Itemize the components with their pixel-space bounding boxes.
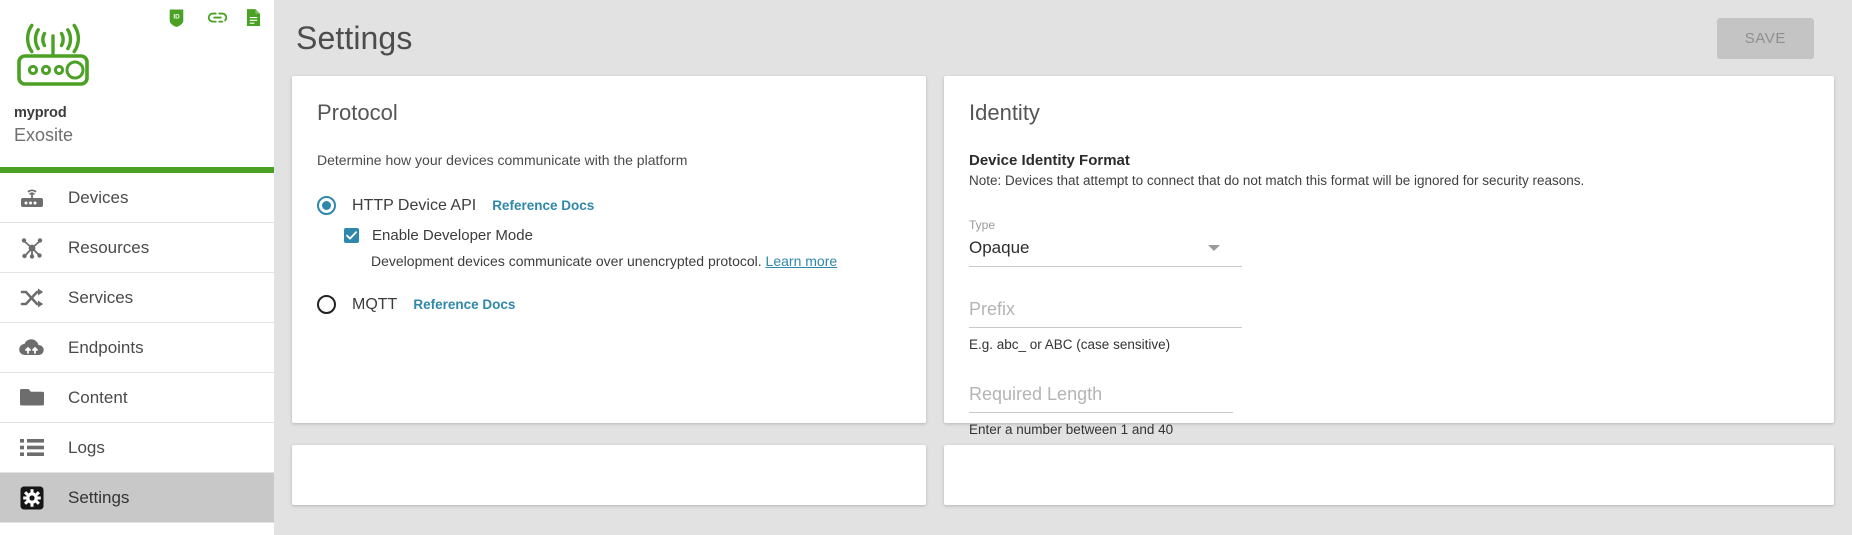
developer-mode-label: Enable Developer Mode xyxy=(372,227,533,244)
document-icon[interactable] xyxy=(246,8,263,28)
sidebar-top-icons: ID xyxy=(168,8,263,28)
protocol-option-http[interactable]: HTTP Device API Reference Docs xyxy=(317,196,901,215)
protocol-option-label: HTTP Device API xyxy=(352,196,477,214)
sidebar-item-endpoints[interactable]: Endpoints xyxy=(0,323,274,373)
id-badge-icon[interactable]: ID xyxy=(168,8,185,28)
developer-mode-helper: Development devices communicate over une… xyxy=(371,253,901,269)
page-header: Settings SAVE xyxy=(274,0,1852,76)
required-length-help-text: Enter a number between 1 and 40 xyxy=(969,422,1174,437)
sidebar-item-settings[interactable]: Settings xyxy=(0,473,274,523)
radio-http-device-api[interactable] xyxy=(317,196,336,215)
prefix-input[interactable]: Prefix xyxy=(969,297,1242,328)
sidebar-item-label: Content xyxy=(68,387,128,407)
sidebar-item-label: Settings xyxy=(68,487,130,507)
sidebar-item-label: Resources xyxy=(68,237,150,257)
required-length-input[interactable]: Required Length xyxy=(969,382,1233,413)
right-next-card xyxy=(944,445,1834,505)
page-title: Settings xyxy=(296,19,413,56)
sidebar-item-label: Services xyxy=(68,287,134,307)
protocol-option-mqtt[interactable]: MQTT Reference Docs xyxy=(317,295,901,314)
sidebar-item-label: Endpoints xyxy=(68,337,144,357)
left-next-card xyxy=(292,445,926,505)
type-field-value[interactable]: Opaque xyxy=(969,232,1242,267)
type-field-label: Type xyxy=(969,218,996,232)
developer-mode-helper-text: Development devices communicate over une… xyxy=(371,253,762,269)
protocol-option-label: MQTT xyxy=(352,295,398,313)
sidebar: ID myprod Exosite Devices Resources Serv… xyxy=(0,0,274,535)
required-length-field[interactable]: Required Length Enter a number between 1… xyxy=(969,382,1233,437)
chevron-down-icon[interactable] xyxy=(1208,245,1220,251)
sidebar-item-label: Logs xyxy=(68,437,105,457)
cloud-upload-icon xyxy=(14,333,50,363)
main-content: Settings SAVE Protocol Determine how you… xyxy=(274,0,1852,535)
mqtt-reference-docs-link[interactable]: Reference Docs xyxy=(413,297,515,312)
identity-card: Identity Device Identity Format Note: De… xyxy=(944,76,1834,437)
checkbox-enable-developer-mode[interactable] xyxy=(344,228,359,243)
svg-text:ID: ID xyxy=(173,13,180,20)
sidebar-nav: Devices Resources Services Endpoints Con… xyxy=(0,173,274,523)
hub-nodes-icon xyxy=(14,233,50,263)
http-reference-docs-link[interactable]: Reference Docs xyxy=(492,198,594,213)
settings-cards: Protocol Determine how your devices comm… xyxy=(274,76,1852,505)
radio-selected-dot xyxy=(322,201,331,210)
right-column: Identity Device Identity Format Note: De… xyxy=(944,76,1834,505)
protocol-card-subtitle: Determine how your devices communicate w… xyxy=(317,152,688,168)
folder-icon xyxy=(14,383,50,413)
sidebar-item-services[interactable]: Services xyxy=(0,273,274,323)
sidebar-item-resources[interactable]: Resources xyxy=(0,223,274,273)
sidebar-item-devices[interactable]: Devices xyxy=(0,173,274,223)
router-icon xyxy=(14,183,50,213)
learn-more-link[interactable]: Learn more xyxy=(766,253,838,269)
identity-card-title: Identity xyxy=(969,100,1040,125)
prefix-help-text: E.g. abc_ or ABC (case sensitive) xyxy=(969,337,1171,352)
list-icon xyxy=(14,433,50,463)
product-name: myprod xyxy=(14,105,67,121)
device-identity-format-heading: Device Identity Format xyxy=(969,152,1130,169)
shuffle-icon xyxy=(14,283,50,313)
link-icon[interactable] xyxy=(207,8,228,28)
check-icon xyxy=(346,231,357,240)
prefix-field[interactable]: Prefix E.g. abc_ or ABC (case sensitive) xyxy=(969,297,1242,352)
gear-icon xyxy=(14,483,50,513)
protocol-card: Protocol Determine how your devices comm… xyxy=(292,76,926,423)
sidebar-item-content[interactable]: Content xyxy=(0,373,274,423)
type-select-field[interactable]: Type Opaque xyxy=(969,218,1242,267)
left-column: Protocol Determine how your devices comm… xyxy=(292,76,926,505)
protocol-card-title: Protocol xyxy=(317,100,398,125)
device-identity-format-note: Note: Devices that attempt to connect th… xyxy=(969,173,1585,188)
app-root: ID myprod Exosite Devices Resources Serv… xyxy=(0,0,1852,535)
sidebar-item-label: Devices xyxy=(68,187,129,207)
router-device-logo xyxy=(14,18,274,95)
save-button[interactable]: SAVE xyxy=(1716,17,1814,59)
developer-mode-row[interactable]: Enable Developer Mode xyxy=(344,227,901,244)
sidebar-item-logs[interactable]: Logs xyxy=(0,423,274,473)
radio-mqtt[interactable] xyxy=(317,295,336,314)
org-name: Exosite xyxy=(14,125,74,145)
